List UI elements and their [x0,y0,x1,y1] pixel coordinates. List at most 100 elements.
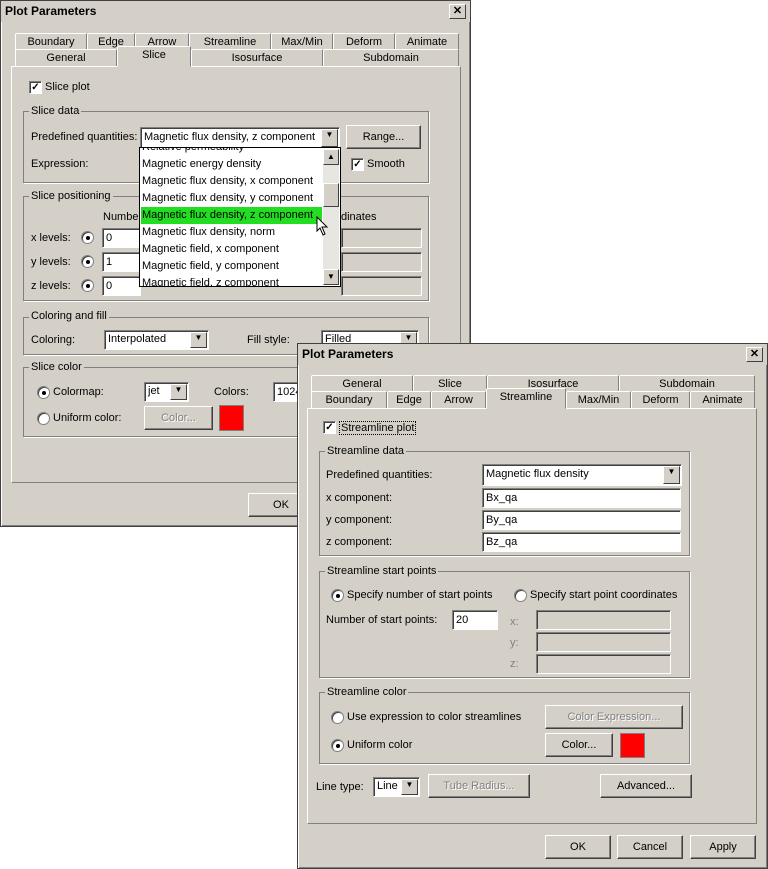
streamline-data-label: Streamline data [325,445,407,457]
quantities-dropdown-list[interactable]: Relative permeability Magnetic energy de… [139,147,341,287]
y-levels-radio[interactable] [81,255,94,268]
number-start-points-option: Specify number of start points [347,589,493,601]
start-points-label: Streamline start points [325,565,439,577]
list-item[interactable]: Magnetic energy density [141,156,322,173]
front-close-button[interactable]: ✕ [746,347,763,362]
list-item[interactable]: Magnetic flux density, norm [141,224,322,241]
cancel-button[interactable]: Cancel [617,835,683,859]
front-title: Plot Parameters [298,344,767,365]
slice-plot-checkbox[interactable]: ✓ [29,81,42,94]
tab-boundary[interactable]: Boundary [311,391,387,409]
scroll-up-icon[interactable]: ▲ [323,149,339,165]
back-title: Plot Parameters [1,1,470,22]
line-type-select[interactable]: Line ▼ [373,777,420,797]
advanced-button[interactable]: Advanced... [600,774,692,798]
apply-button[interactable]: Apply [690,835,756,859]
uniform-color-label: Uniform color: [53,412,122,424]
back-tab-isosurface[interactable]: Isosurface [191,49,323,67]
slice-plot-label: Slice plot [45,81,90,93]
line-type-label: Line type: [316,781,364,793]
range-button[interactable]: Range... [346,125,421,149]
streamline-color-swatch [620,733,645,758]
mouse-cursor-icon [316,216,329,236]
predefined-label: Predefined quantities: [31,131,138,143]
chevron-down-icon[interactable]: ▼ [663,466,680,484]
y-levels-input[interactable]: 1 [102,252,141,272]
colormap-radio[interactable] [37,386,50,399]
list-item[interactable]: Magnetic field, z component [141,275,322,286]
z-coord-label: z: [510,658,519,670]
chevron-down-icon[interactable]: ▼ [190,332,207,348]
tab-edge[interactable]: Edge [387,391,431,409]
predefined-quantities-label: Predefined quantities: [326,469,433,481]
expression-color-radio[interactable] [331,711,344,724]
slice-positioning-label: Slice positioning [29,190,113,202]
colormap-select[interactable]: jet ▼ [144,382,189,402]
scroll-down-icon[interactable]: ▼ [323,269,339,285]
z-coord-input [536,654,671,674]
number-start-points-radio[interactable] [331,589,344,602]
z-component-input[interactable]: Bz_qa [482,532,681,552]
x-levels-input[interactable]: 0 [102,228,141,248]
streamline-quantity-select[interactable]: Magnetic flux density ▼ [482,464,682,486]
number-column-label: Number [103,211,143,223]
tab-arrow[interactable]: Arrow [431,391,486,409]
x-coord-label: x: [510,616,519,628]
x-levels-radio[interactable] [81,231,94,244]
chevron-down-icon[interactable]: ▼ [321,129,338,147]
coords-start-points-option: Specify start point coordinates [530,589,678,601]
back-close-button[interactable]: ✕ [449,4,466,19]
list-item[interactable]: Magnetic flux density, x component [141,173,322,190]
z-coords-input [341,276,422,296]
z-component-label: z component: [326,536,393,548]
uniform-color-radio[interactable] [331,739,344,752]
coloring-label: Coloring: [31,334,76,346]
expression-color-option: Use expression to color streamlines [347,711,522,723]
y-component-input[interactable]: By_qa [482,510,681,530]
x-coords-input [341,228,422,248]
z-levels-label: z levels: [31,280,71,292]
list-item-selected[interactable]: Magnetic flux density, z component [141,207,322,224]
colors-label: Colors: [214,386,249,398]
x-levels-label: x levels: [31,232,71,244]
predefined-quantities-select[interactable]: Magnetic flux density, z component ▼ [140,127,340,149]
ok-button[interactable]: OK [545,835,611,859]
front-dialog: Plot Parameters ✕ General Slice Isosurfa… [297,343,768,869]
list-item[interactable]: Magnetic field, x component [141,241,322,258]
colormap-label: Colormap: [53,386,104,398]
list-item[interactable]: Magnetic flux density, y component [141,190,322,207]
back-tab-slice[interactable]: Slice [117,46,191,67]
y-component-label: y component: [326,514,393,526]
x-component-label: x component: [326,492,393,504]
coloring-select[interactable]: Interpolated ▼ [104,330,209,350]
y-coords-input [341,252,422,272]
tab-animate[interactable]: Animate [690,391,755,409]
back-tab-general[interactable]: General [15,49,117,67]
list-item[interactable]: Magnetic field, y component [141,258,322,275]
streamline-color-button[interactable]: Color... [545,733,613,757]
tube-radius-button: Tube Radius... [428,774,530,798]
back-tab-subdomain[interactable]: Subdomain [323,49,459,67]
streamline-color-label: Streamline color [325,686,409,698]
y-coord-label: y: [510,637,519,649]
z-levels-radio[interactable] [81,279,94,292]
streamline-plot-checkbox[interactable]: ✓ [323,421,336,434]
chevron-down-icon[interactable]: ▼ [401,779,418,795]
chevron-down-icon[interactable]: ▼ [170,384,187,400]
x-component-input[interactable]: Bx_qa [482,488,681,508]
coloring-fill-label: Coloring and fill [29,310,109,322]
z-levels-input[interactable]: 0 [102,276,141,296]
smooth-label: Smooth [367,158,405,170]
scroll-thumb[interactable] [323,183,339,207]
number-start-points-input[interactable]: 20 [452,610,498,630]
uniform-color-radio[interactable] [37,412,50,425]
list-item[interactable]: Relative permeability [141,148,322,156]
coordinates-column-label: dinates [341,211,377,223]
tab-deform[interactable]: Deform [631,391,690,409]
tab-maxmin[interactable]: Max/Min [566,391,631,409]
smooth-checkbox[interactable]: ✓ [351,158,364,171]
tab-streamline[interactable]: Streamline [486,388,566,409]
slice-data-label: Slice data [29,105,82,117]
coords-start-points-radio[interactable] [514,589,527,602]
slice-color-label: Slice color [29,361,84,373]
